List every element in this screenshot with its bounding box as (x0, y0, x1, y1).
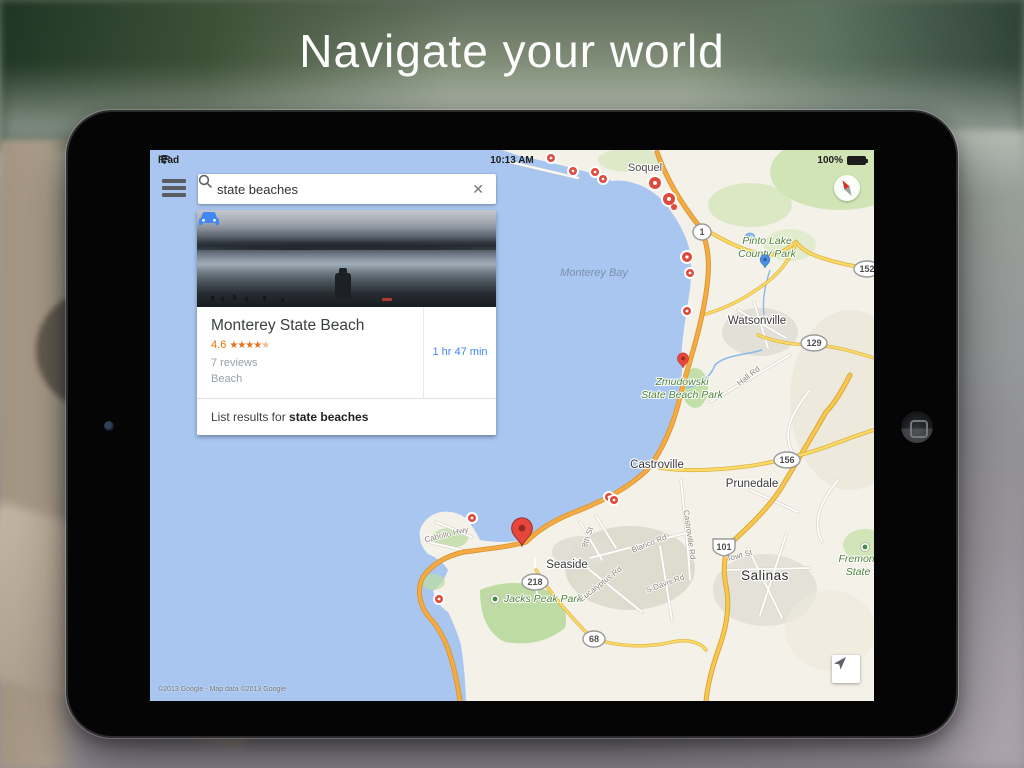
poi-dot[interactable] (671, 204, 677, 210)
map-label: Salinas (741, 568, 789, 583)
map-label: Monterey Bay (560, 267, 629, 279)
rating-value: 4.6 (211, 339, 226, 351)
search-bar: ✕ (198, 174, 496, 204)
svg-text:101: 101 (716, 542, 731, 552)
beach-result-marker[interactable] (648, 176, 662, 190)
car-icon (197, 210, 221, 228)
directions-button[interactable]: 1 hr 47 min (423, 307, 496, 398)
map-label: Zmudowski (654, 376, 709, 388)
clock: 10:13 AM (150, 155, 874, 166)
map-label: Fremont (838, 553, 874, 565)
beach-result-marker[interactable] (434, 594, 444, 604)
svg-text:156: 156 (779, 455, 794, 465)
reviews-count: 7 reviews (211, 356, 423, 372)
place-category: Beach (211, 372, 423, 388)
home-button[interactable] (900, 410, 934, 444)
road-shield: 156 (774, 452, 800, 468)
road-shield: 218 (522, 574, 548, 590)
map-label: State Beach Park (641, 389, 723, 401)
map-label: Seaside (546, 559, 588, 571)
beach-result-marker[interactable] (662, 192, 676, 206)
search-input[interactable] (217, 182, 470, 197)
map-label: Jacks Peak Park (503, 593, 583, 605)
road-shield: 101 (713, 539, 735, 556)
road-shield: 68 (583, 631, 605, 647)
battery-percent: 100% (817, 155, 843, 166)
map-copyright: ©2013 Google - Map data ©2013 Google (158, 686, 286, 693)
compass-icon (834, 175, 860, 201)
footer-query: state beaches (289, 410, 368, 424)
svg-text:218: 218 (527, 577, 542, 587)
beach-result-marker[interactable] (682, 306, 692, 316)
map-label: Castroville (630, 459, 684, 471)
map-label: State P (846, 566, 874, 578)
status-bar: iPad 10:13 AM 100% (150, 150, 874, 170)
drive-time: 1 hr 47 min (432, 346, 487, 358)
hero-title: Navigate your world (0, 24, 1024, 78)
svg-text:129: 129 (806, 338, 821, 348)
road-shield: 1 (693, 224, 711, 240)
beach-result-marker[interactable] (467, 513, 477, 523)
beach-photo[interactable] (197, 210, 496, 307)
svg-text:1: 1 (699, 227, 704, 237)
compass-button[interactable] (834, 175, 860, 201)
battery-icon (847, 156, 866, 165)
beach-result-marker[interactable] (685, 268, 695, 278)
beach-result-marker[interactable] (681, 251, 693, 263)
list-results-link[interactable]: List results for state beaches (197, 398, 496, 435)
menu-button[interactable] (162, 179, 186, 199)
ipad-screen: SoquelMonterey BayPinto LakeCounty ParkW… (150, 150, 874, 701)
lifeguard-tower-silhouette (335, 273, 351, 299)
clear-search-icon[interactable]: ✕ (470, 181, 486, 198)
road-shield: 152 (854, 261, 874, 277)
beach-result-marker[interactable] (598, 174, 608, 184)
location-arrow-icon (832, 655, 848, 671)
ipad-device: SoquelMonterey BayPinto LakeCounty ParkW… (66, 110, 958, 738)
map-label: Watsonville (728, 315, 786, 327)
svg-text:152: 152 (859, 264, 874, 274)
svg-text:68: 68 (589, 634, 599, 644)
place-title: Monterey State Beach (211, 317, 423, 335)
map-label: Pinto Lake (742, 235, 792, 247)
beach-result-marker[interactable] (609, 495, 619, 505)
result-card[interactable]: Monterey State Beach 4.6 ★★★★★ 7 reviews… (197, 210, 496, 435)
star-rating-icon: ★★★★ (229, 340, 261, 351)
front-camera (104, 421, 114, 431)
map-label: Prunedale (726, 478, 778, 490)
road-shield: 129 (801, 335, 827, 351)
search-icon (198, 174, 213, 189)
rating-row: 4.6 ★★★★★ (211, 339, 423, 351)
my-location-button[interactable] (832, 655, 860, 683)
